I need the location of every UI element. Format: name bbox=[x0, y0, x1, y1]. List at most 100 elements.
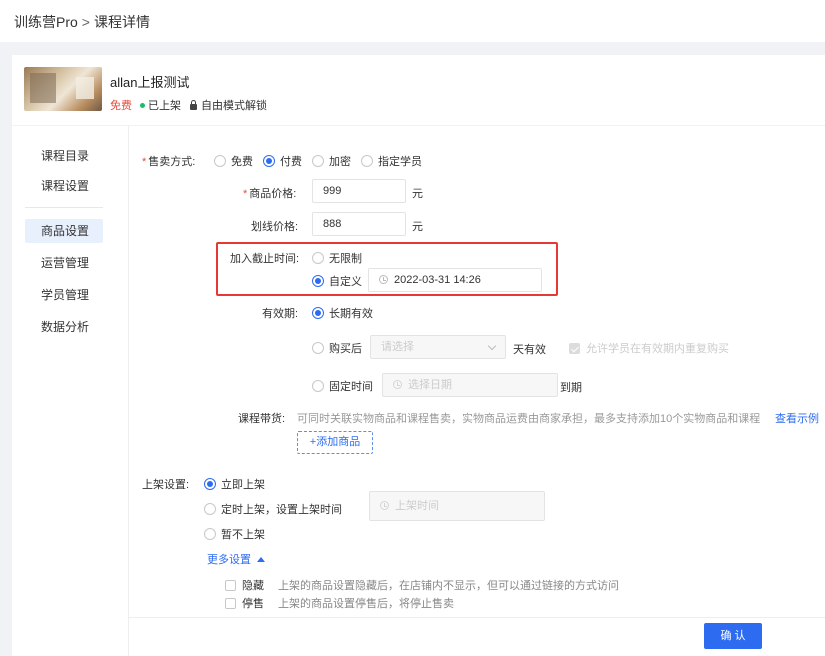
bundle-description: 可同时关联实物商品和课程售卖，实物商品运费由商家承担，最多支持添加10个实物商品… bbox=[297, 413, 761, 425]
view-example-link[interactable]: 查看示例 bbox=[775, 410, 819, 426]
validity-fixed-time-radio[interactable]: 固定时间 bbox=[312, 378, 373, 394]
listing-scheduled-radio[interactable]: 定时上架，设置上架时间 bbox=[204, 501, 342, 517]
sidebar-item-operations[interactable]: 运营管理 bbox=[25, 251, 103, 275]
more-settings-label: 更多设置 bbox=[207, 554, 251, 566]
sale-method-label: * 售卖方式: bbox=[142, 153, 195, 169]
required-mark: * bbox=[142, 156, 147, 168]
radio-label: 免费 bbox=[231, 156, 253, 168]
validity-expire-suffix: 到期 bbox=[560, 382, 582, 394]
sidebar-item-product-settings[interactable]: 商品设置 bbox=[25, 219, 103, 243]
radio-circle[interactable] bbox=[312, 307, 324, 319]
radio-label: 定时上架，设置上架时间 bbox=[221, 504, 342, 516]
radio-circle[interactable] bbox=[204, 503, 216, 515]
radio-circle[interactable] bbox=[204, 528, 216, 540]
price-tag: 免费 bbox=[110, 100, 132, 112]
deadline-unlimited-radio[interactable]: 无限制 bbox=[312, 250, 362, 266]
radio-label: 加密 bbox=[329, 156, 351, 168]
radio-label: 立即上架 bbox=[221, 479, 265, 491]
join-deadline-label: 加入截止时间: bbox=[230, 253, 300, 265]
radio-label: 购买后 bbox=[329, 343, 362, 355]
breadcrumb-current: 课程详情 bbox=[93, 14, 150, 30]
radio-circle[interactable] bbox=[312, 275, 324, 287]
validity-days-suffix: 天有效 bbox=[513, 344, 546, 356]
clock-icon bbox=[393, 380, 402, 389]
sidebar-item-analytics[interactable]: 数据分析 bbox=[25, 315, 103, 339]
status-badge: 已上架 bbox=[140, 97, 181, 113]
price-label: * 商品价格: bbox=[243, 185, 296, 201]
sale-method-specified-radio[interactable]: 指定学员 bbox=[361, 153, 422, 169]
listing-time-placeholder: 上架时间 bbox=[395, 500, 439, 512]
listing-label: 上架设置: bbox=[142, 479, 190, 491]
lock-mode: 自由模式解锁 bbox=[189, 97, 267, 113]
lock-icon bbox=[189, 100, 198, 110]
repurchase-option: 允许学员在有效期内重复购买 bbox=[569, 340, 729, 356]
sale-method-options: 免费 付费 加密 指定学员 bbox=[214, 153, 422, 169]
course-header: allan上报测试 免费 已上架 自由模式解锁 bbox=[12, 55, 825, 125]
strike-price-label: 划线价格: bbox=[251, 221, 299, 233]
required-mark: * bbox=[243, 188, 248, 200]
footer-divider bbox=[129, 617, 825, 618]
sidebar: 课程目录 课程设置 商品设置 运营管理 学员管理 数据分析 bbox=[12, 126, 116, 656]
sale-method-label-text: 售卖方式: bbox=[148, 156, 196, 168]
sidebar-item-course-settings[interactable]: 课程设置 bbox=[25, 174, 103, 198]
hide-description: 上架的商品设置隐藏后，在店铺内不显示，但可以通过链接的方式访问 bbox=[278, 580, 619, 592]
radio-label: 自定义 bbox=[329, 276, 362, 288]
radio-circle[interactable] bbox=[204, 478, 216, 490]
radio-circle[interactable] bbox=[214, 155, 226, 167]
add-product-button[interactable]: +添加商品 bbox=[297, 431, 373, 454]
breadcrumb-separator: > bbox=[81, 14, 90, 30]
top-bar: 训练营Pro > 课程详情 bbox=[0, 0, 825, 42]
radio-circle[interactable] bbox=[312, 342, 324, 354]
radio-label: 长期有效 bbox=[329, 308, 373, 320]
listing-now-radio[interactable]: 立即上架 bbox=[204, 476, 265, 492]
radio-label: 无限制 bbox=[329, 253, 362, 265]
validity-days-select[interactable]: 请选择 bbox=[370, 335, 506, 359]
stop-description: 上架的商品设置停售后，将停止售卖 bbox=[278, 598, 454, 610]
deadline-datetime-input[interactable]: 2022-03-31 14:26 bbox=[368, 268, 542, 292]
strike-price-input[interactable]: 888 bbox=[312, 212, 406, 236]
course-thumbnail bbox=[24, 67, 102, 111]
sidebar-item-catalog[interactable]: 课程目录 bbox=[25, 144, 103, 168]
strike-price-unit: 元 bbox=[412, 221, 423, 233]
radio-circle[interactable] bbox=[312, 155, 324, 167]
radio-circle[interactable] bbox=[263, 155, 275, 167]
breadcrumb-root[interactable]: 训练营Pro bbox=[14, 14, 78, 30]
price-input[interactable]: 999 bbox=[312, 179, 406, 203]
sidebar-divider bbox=[25, 207, 103, 208]
radio-circle[interactable] bbox=[312, 252, 324, 264]
breadcrumb: 训练营Pro > 课程详情 bbox=[14, 12, 150, 32]
course-title: allan上报测试 bbox=[110, 75, 190, 90]
deadline-custom-radio[interactable]: 自定义 bbox=[312, 273, 362, 289]
sidebar-item-students[interactable]: 学员管理 bbox=[25, 283, 103, 307]
listing-not-now-radio[interactable]: 暂不上架 bbox=[204, 526, 265, 542]
validity-after-purchase-radio[interactable]: 购买后 bbox=[312, 340, 362, 356]
stop-label: 停售 bbox=[242, 598, 264, 610]
hide-option: 隐藏 上架的商品设置隐藏后，在店铺内不显示，但可以通过链接的方式访问 bbox=[225, 577, 619, 593]
validity-long-term-radio[interactable]: 长期有效 bbox=[312, 305, 373, 321]
caret-up-icon bbox=[257, 557, 265, 562]
radio-label: 指定学员 bbox=[378, 156, 422, 168]
date-placeholder: 选择日期 bbox=[408, 379, 452, 391]
sale-method-free-radio[interactable]: 免费 bbox=[214, 153, 253, 169]
repurchase-checkbox[interactable] bbox=[569, 342, 580, 354]
chevron-down-icon bbox=[487, 341, 497, 351]
radio-circle[interactable] bbox=[361, 155, 373, 167]
hide-checkbox[interactable] bbox=[225, 579, 236, 591]
validity-date-input[interactable]: 选择日期 bbox=[382, 373, 558, 397]
sale-method-encrypted-radio[interactable]: 加密 bbox=[312, 153, 351, 169]
lock-mode-text: 自由模式解锁 bbox=[201, 100, 267, 112]
radio-circle[interactable] bbox=[312, 380, 324, 392]
listing-time-input[interactable]: 上架时间 bbox=[369, 491, 545, 521]
radio-label: 固定时间 bbox=[329, 381, 373, 393]
stop-checkbox[interactable] bbox=[225, 597, 236, 609]
radio-label: 暂不上架 bbox=[221, 529, 265, 541]
stop-option: 停售 上架的商品设置停售后，将停止售卖 bbox=[225, 595, 454, 611]
sale-method-paid-radio[interactable]: 付费 bbox=[263, 153, 302, 169]
price-unit: 元 bbox=[412, 188, 423, 200]
course-meta: 免费 已上架 自由模式解锁 bbox=[110, 97, 267, 113]
confirm-button[interactable]: 确 认 bbox=[704, 623, 762, 649]
validity-label: 有效期: bbox=[262, 308, 299, 320]
more-settings-toggle[interactable]: 更多设置 bbox=[207, 551, 265, 567]
deadline-datetime-value: 2022-03-31 14:26 bbox=[394, 274, 481, 286]
bundle-label: 课程带货: bbox=[238, 413, 286, 425]
